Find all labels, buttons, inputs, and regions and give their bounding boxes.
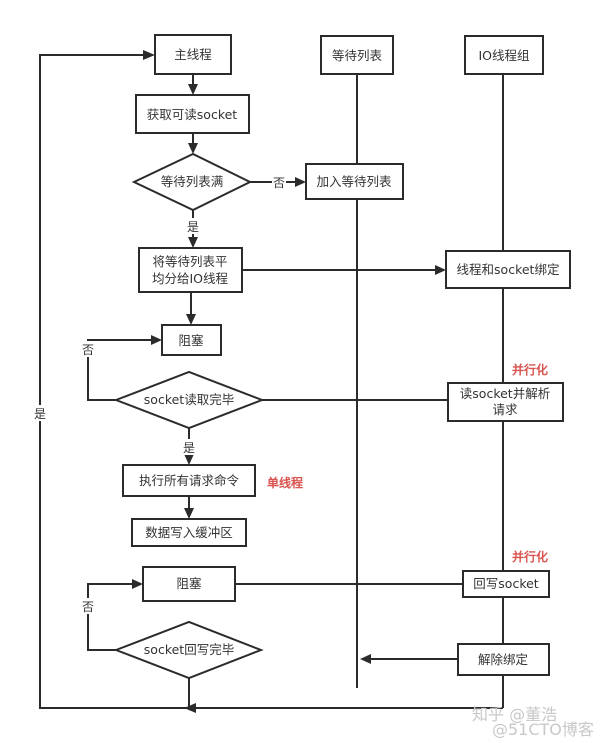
edge-label-no-full: 否 (273, 176, 285, 190)
watermark-51cto: @51CTO博客 (492, 720, 594, 739)
arrow-head (132, 579, 143, 589)
edge-write-no (87, 583, 136, 651)
arrow-head (188, 237, 198, 248)
svg-text:等待列表满: 等待列表满 (161, 174, 224, 189)
node-get-readable-socket: 获取可读socket (135, 94, 250, 134)
node-execute-commands: 执行所有请求命令 (122, 464, 256, 497)
arrow-head (188, 143, 198, 154)
svg-text:socket回写完毕: socket回写完毕 (144, 642, 234, 657)
node-block-2: 阻塞 (142, 566, 236, 602)
svg-text:请求: 请求 (492, 402, 518, 417)
lane-main-thread: 主线程 (154, 34, 232, 75)
decision-socket-write-done: socket回写完毕 (113, 620, 264, 680)
edge-label-no-read: 否 (82, 343, 94, 357)
svg-text:将等待列表平: 将等待列表平 (152, 254, 227, 269)
svg-text:线程和socket绑定: 线程和socket绑定 (457, 262, 560, 277)
note-single-thread: 单线程 (267, 475, 303, 490)
arrow-head (143, 50, 155, 60)
decision-socket-read-done: socket读取完毕 (113, 370, 265, 430)
svg-text:阻塞: 阻塞 (178, 333, 204, 348)
edge-label-yes-loop: 是 (34, 407, 46, 421)
svg-text:解除绑定: 解除绑定 (478, 652, 528, 667)
svg-text:加入等待列表: 加入等待列表 (316, 174, 392, 189)
decision-wait-list-full: 等待列表满 (131, 152, 253, 212)
svg-text:获取可读socket: 获取可读socket (147, 107, 238, 122)
node-write-buffer: 数据写入缓冲区 (131, 518, 247, 547)
svg-text:回写socket: 回写socket (473, 576, 539, 591)
loop-back-edge (39, 54, 503, 709)
lane-wait-list: 等待列表 (320, 35, 394, 75)
svg-text:阻塞: 阻塞 (176, 576, 202, 591)
arrow-head (360, 654, 371, 664)
edge-label-no-write: 否 (82, 600, 94, 614)
arrow-head (188, 84, 198, 95)
svg-text:均分给IO线程: 均分给IO线程 (152, 271, 229, 286)
arrow-head (435, 265, 446, 275)
node-distribute-to-io: 将等待列表平 均分给IO线程 (138, 247, 243, 293)
lane-io-thread-group: IO线程组 (464, 35, 544, 75)
node-read-parse-request: 读socket并解析 请求 (447, 382, 564, 422)
arrow-head (184, 454, 194, 465)
lane-main-thread-label: 主线程 (174, 47, 212, 62)
node-add-to-wait-list: 加入等待列表 (305, 163, 404, 200)
arrow-head (186, 314, 196, 325)
edge-label-yes-full: 是 (187, 220, 199, 234)
svg-text:读socket并解析: 读socket并解析 (460, 386, 550, 401)
lane-io-thread-group-label: IO线程组 (478, 48, 529, 63)
lane-wait-list-label: 等待列表 (332, 48, 383, 63)
node-write-back-socket: 回写socket (462, 570, 550, 598)
svg-text:数据写入缓冲区: 数据写入缓冲区 (145, 525, 233, 540)
node-unbind: 解除绑定 (457, 643, 550, 676)
note-parallel-1: 并行化 (512, 362, 548, 377)
node-block-1: 阻塞 (161, 324, 222, 356)
arrow-head (184, 508, 194, 519)
arrow-head (295, 177, 306, 187)
note-parallel-2: 并行化 (512, 549, 548, 564)
svg-text:socket读取完毕: socket读取完毕 (144, 392, 234, 407)
edge-label-yes-read: 是 (183, 441, 195, 455)
svg-text:执行所有请求命令: 执行所有请求命令 (139, 473, 240, 488)
arrow-head (151, 335, 162, 345)
flowchart: 主线程 等待列表 IO线程组 获取可读socket 等待列表满 加入等待列表 将… (33, 34, 594, 739)
node-bind-thread-socket: 线程和socket绑定 (445, 250, 571, 289)
